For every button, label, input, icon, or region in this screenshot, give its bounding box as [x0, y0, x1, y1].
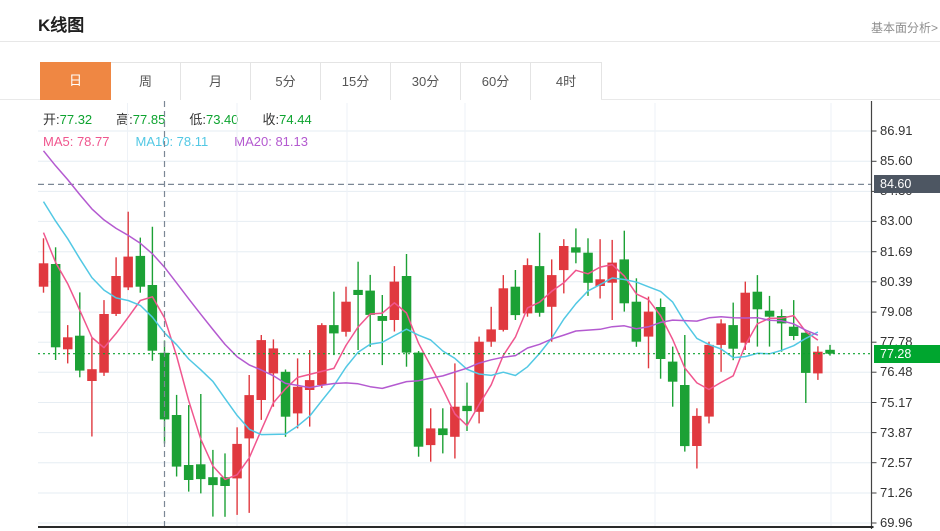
- tab-week[interactable]: 周: [111, 63, 181, 100]
- tab-60min[interactable]: 60分: [461, 63, 531, 100]
- tab-month[interactable]: 月: [181, 63, 251, 100]
- price-tick-label: 69.96: [880, 515, 913, 531]
- header-divider: [0, 41, 940, 42]
- price-tick-label: 79.08: [880, 304, 913, 320]
- price-tick-label: 85.60: [880, 153, 913, 169]
- candlestick-chart[interactable]: [0, 101, 940, 531]
- fundamental-analysis-link[interactable]: 基本面分析>: [871, 19, 938, 36]
- last-price-badge: 77.28: [874, 345, 940, 363]
- price-tick-label: 71.26: [880, 485, 913, 501]
- crosshair-price-badge: 84.60: [874, 175, 940, 193]
- tab-4hour[interactable]: 4时: [531, 63, 601, 100]
- price-tick-label: 80.39: [880, 274, 913, 290]
- price-tick-label: 72.57: [880, 455, 913, 471]
- page-title: K线图: [38, 11, 84, 36]
- ma20-line: [44, 151, 818, 389]
- price-tick-label: 75.17: [880, 395, 913, 411]
- tab-5min[interactable]: 5分: [251, 63, 321, 100]
- price-tick-label: 86.91: [880, 123, 913, 139]
- price-tick-label: 83.00: [880, 213, 913, 229]
- tab-day[interactable]: 日: [40, 62, 111, 100]
- tab-15min[interactable]: 15分: [321, 63, 391, 100]
- interval-tabs: 日周月5分15分30分60分4时: [40, 62, 602, 99]
- ma10-line: [44, 202, 818, 435]
- price-tick-label: 73.87: [880, 425, 913, 441]
- price-tick-label: 76.48: [880, 364, 913, 380]
- tab-30min[interactable]: 30分: [391, 63, 461, 100]
- price-tick-label: 81.69: [880, 244, 913, 260]
